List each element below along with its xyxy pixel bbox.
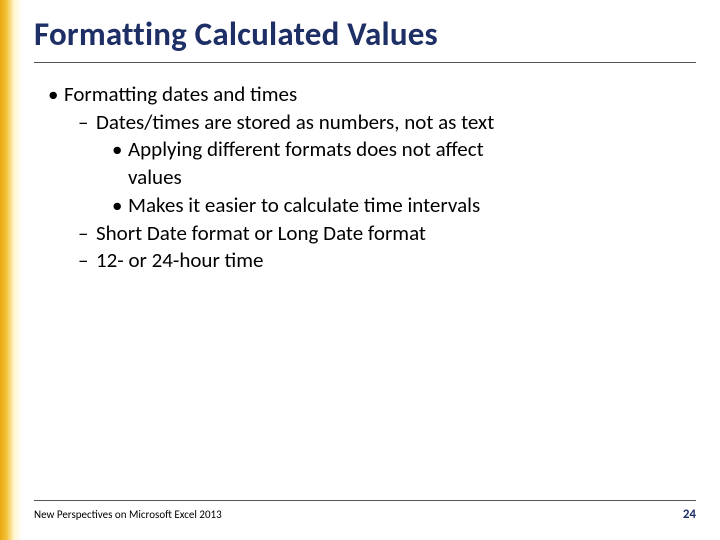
- footer-rule: [34, 500, 696, 501]
- title-rule: [34, 62, 696, 63]
- bullet-l2: –Dates/times are stored as numbers, not …: [34, 109, 696, 137]
- bullet-marker-dot: •: [112, 192, 128, 220]
- slide-title: Formatting Calculated Values: [34, 14, 696, 60]
- bullet-text: Dates/times are stored as numbers, not a…: [96, 109, 494, 135]
- bullet-text: Applying different formats does not affe…: [128, 136, 484, 162]
- bullet-marker-dash: –: [78, 220, 96, 248]
- bullet-l2: –12- or 24-hour time: [34, 247, 696, 275]
- bullet-marker-dot: •: [112, 136, 128, 164]
- bullet-l3: •Applying different formats does not aff…: [34, 136, 696, 164]
- accent-side-bar: [0, 0, 22, 540]
- bullet-list: •Formatting dates and times –Dates/times…: [34, 81, 696, 275]
- page-number: 24: [683, 507, 696, 522]
- bullet-l2: –Short Date format or Long Date format: [34, 220, 696, 248]
- bullet-text: 12- or 24-hour time: [96, 247, 263, 273]
- slide-footer: New Perspectives on Microsoft Excel 2013…: [34, 500, 696, 522]
- bullet-text: Makes it easier to calculate time interv…: [128, 192, 480, 218]
- bullet-l3-continuation: values: [34, 164, 696, 192]
- bullet-text: Formatting dates and times: [64, 81, 297, 107]
- bullet-l3: •Makes it easier to calculate time inter…: [34, 192, 696, 220]
- footer-text: New Perspectives on Microsoft Excel 2013: [34, 508, 222, 521]
- bullet-text: values: [128, 164, 182, 190]
- bullet-l1: •Formatting dates and times: [34, 81, 696, 109]
- footer-row: New Perspectives on Microsoft Excel 2013…: [34, 507, 696, 522]
- slide-content: Formatting Calculated Values •Formatting…: [34, 14, 696, 520]
- bullet-marker-dot: •: [48, 81, 64, 109]
- bullet-marker-dash: –: [78, 109, 96, 137]
- bullet-marker-dash: –: [78, 247, 96, 275]
- bullet-text: Short Date format or Long Date format: [96, 220, 426, 246]
